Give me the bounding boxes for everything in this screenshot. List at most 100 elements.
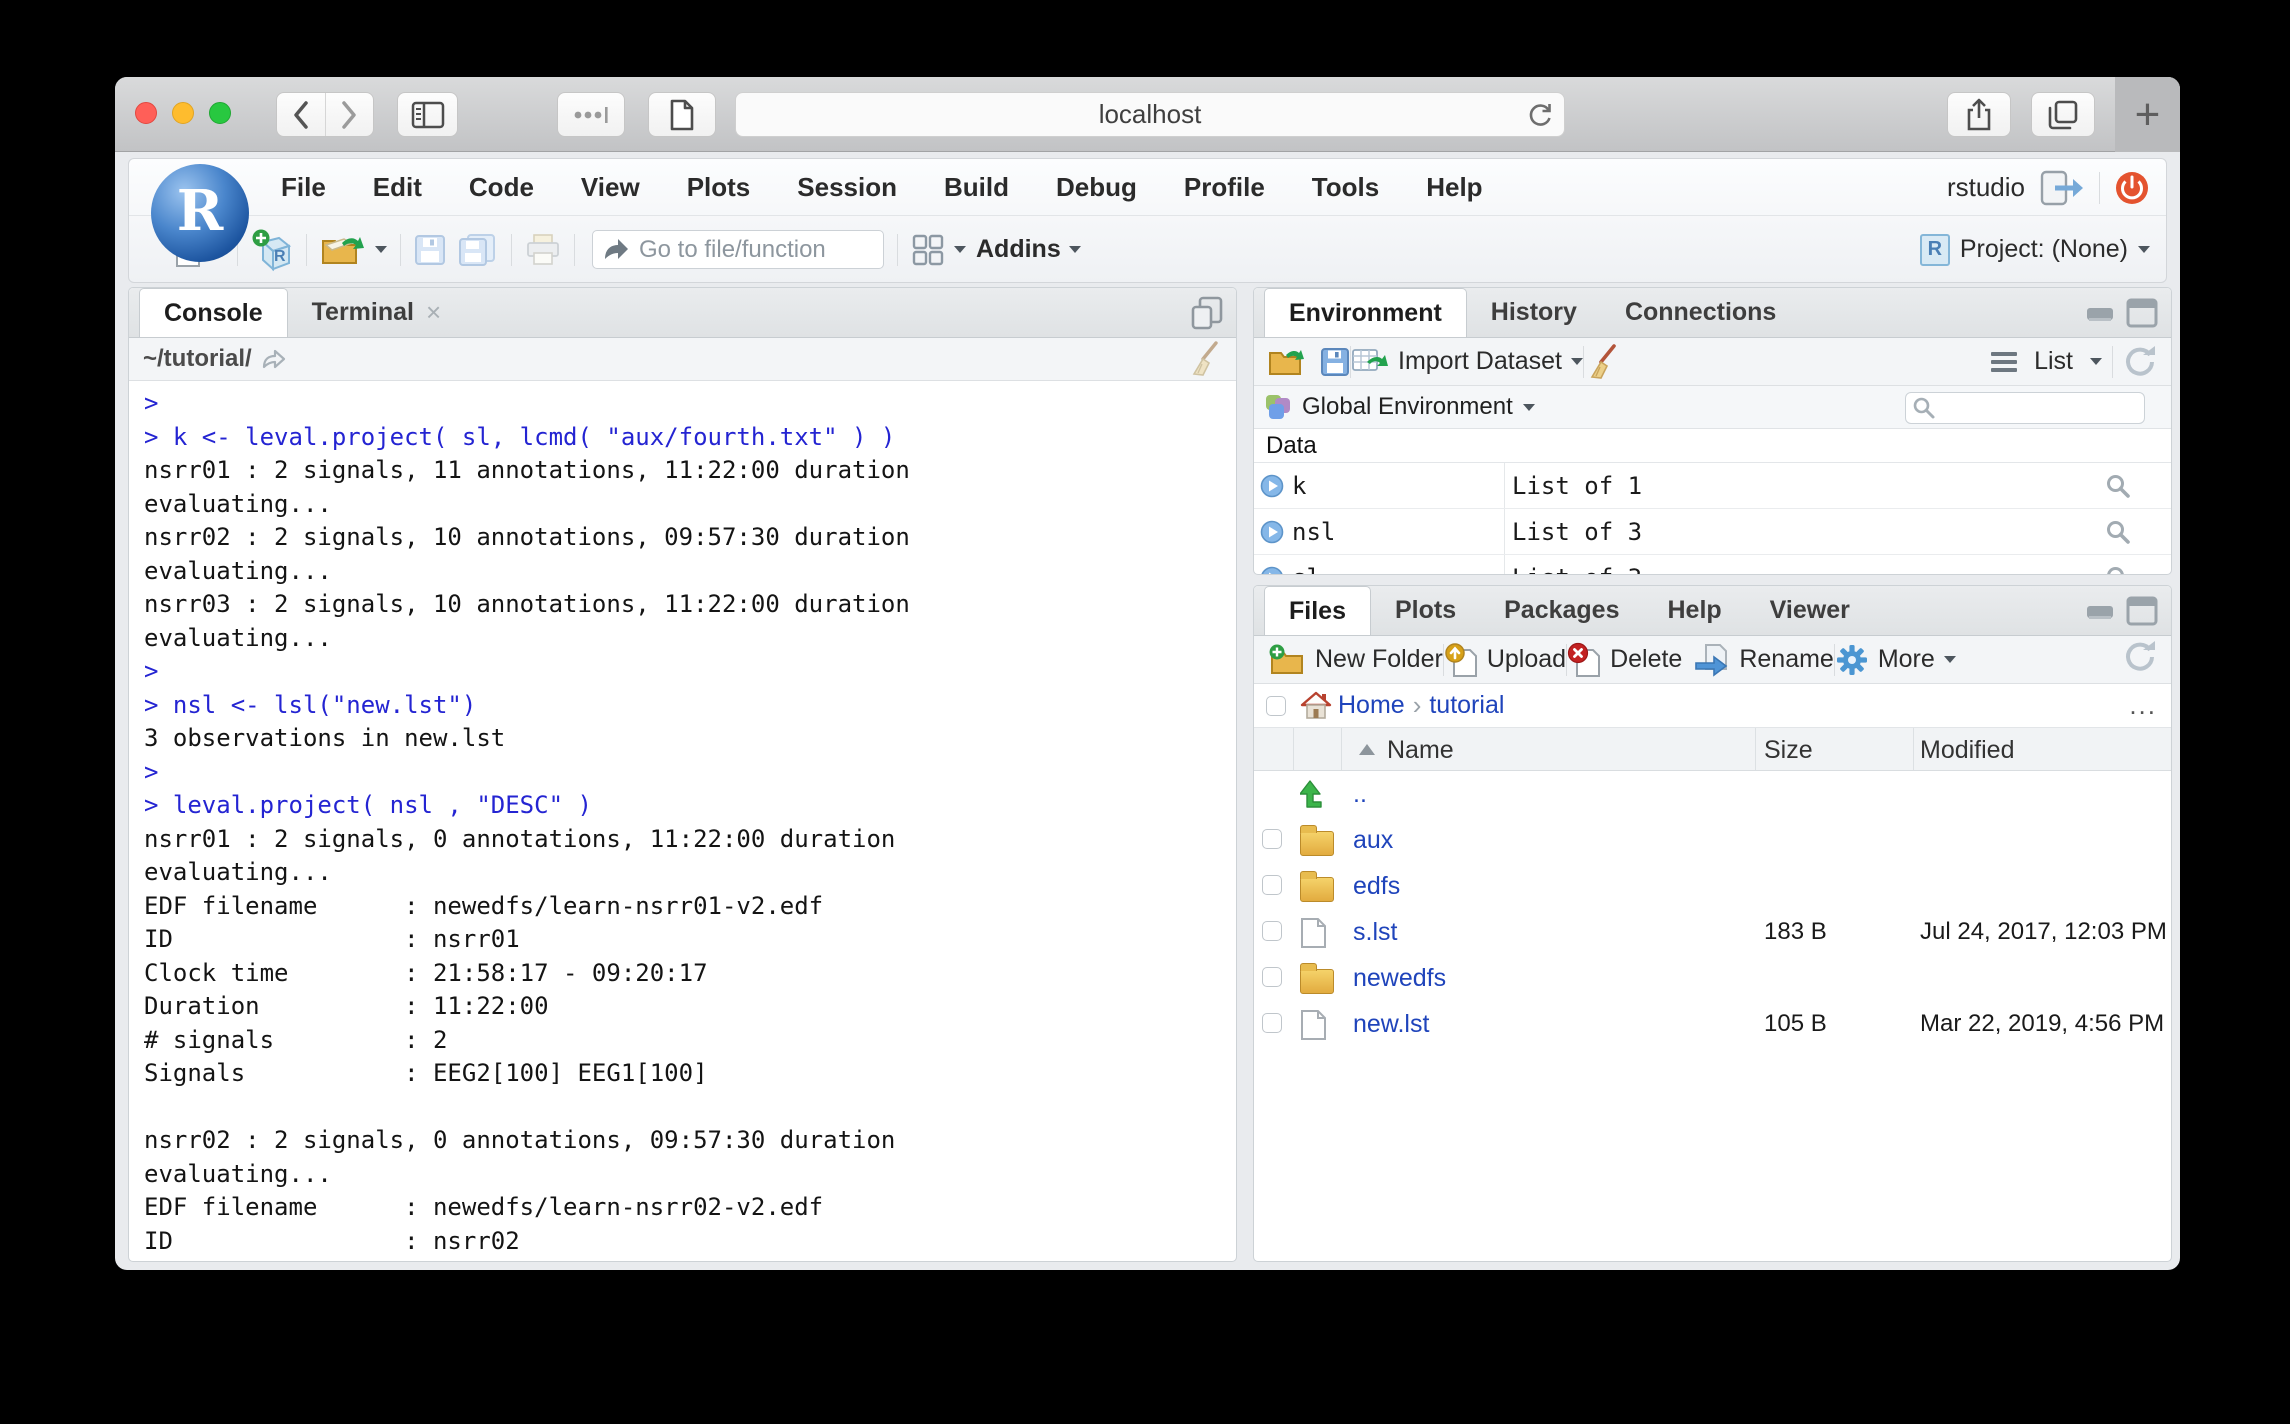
print-button[interactable]	[525, 233, 561, 267]
file-checkbox[interactable]	[1262, 875, 1282, 895]
menu-session[interactable]: Session	[797, 172, 897, 202]
menu-debug[interactable]: Debug	[1056, 172, 1137, 202]
breadcrumb-home-link[interactable]: Home	[1338, 691, 1405, 720]
env-view-mode-button[interactable]: List	[1991, 347, 2102, 376]
file-checkbox[interactable]	[1262, 921, 1282, 941]
new-tab-button[interactable]: +	[2115, 77, 2180, 152]
minimize-window-button[interactable]	[172, 102, 194, 124]
menu-view[interactable]: View	[581, 172, 640, 202]
open-file-button[interactable]	[320, 231, 387, 269]
tab-history[interactable]: History	[1467, 288, 1601, 337]
file-name-link[interactable]: newedfs	[1353, 964, 1446, 993]
expand-object-icon[interactable]	[1260, 566, 1284, 576]
file-name-link[interactable]: s.lst	[1353, 918, 1397, 947]
tab-packages[interactable]: Packages	[1480, 586, 1643, 635]
file-name-link[interactable]: ..	[1353, 780, 1367, 809]
environment-scope-label[interactable]: Global Environment	[1302, 393, 1513, 421]
close-tab-icon[interactable]: ×	[426, 297, 441, 328]
file-row[interactable]: newedfs	[1254, 955, 2171, 1001]
maximize-pane-icon[interactable]	[2125, 298, 2159, 328]
address-bar[interactable]: localhost	[735, 92, 1565, 137]
file-row[interactable]: edfs	[1254, 863, 2171, 909]
goto-file-function-input[interactable]	[637, 235, 867, 265]
maximize-pane-icon[interactable]	[2125, 596, 2159, 626]
new-folder-button[interactable]: New Folder	[1268, 643, 1443, 677]
environment-variable-row[interactable]: kList of 1	[1254, 463, 2171, 509]
project-selector[interactable]: R Project: (None)	[1920, 216, 2150, 283]
tab-overview-button[interactable]	[2031, 92, 2095, 137]
goto-file-function-box[interactable]	[592, 230, 884, 269]
menu-help[interactable]: Help	[1426, 172, 1482, 202]
column-header-name[interactable]: Name	[1387, 736, 1454, 765]
tab-console[interactable]: Console	[139, 288, 288, 337]
menu-tools[interactable]: Tools	[1312, 172, 1379, 202]
environment-variable-row[interactable]: nslList of 3	[1254, 509, 2171, 555]
breadcrumb-current-link[interactable]: tutorial	[1429, 691, 1504, 720]
load-workspace-button[interactable]	[1268, 345, 1308, 379]
tab-environment[interactable]: Environment	[1264, 288, 1467, 337]
up-directory-icon[interactable]	[1300, 779, 1330, 809]
file-name-link[interactable]: aux	[1353, 826, 1393, 855]
menu-code[interactable]: Code	[469, 172, 534, 202]
new-document-button[interactable]	[648, 92, 716, 137]
import-dataset-button[interactable]: Import Dataset	[1351, 346, 1583, 378]
clear-environment-icon[interactable]	[1584, 344, 1618, 380]
menu-edit[interactable]: Edit	[373, 172, 422, 202]
more-button[interactable]: More	[1835, 643, 1956, 677]
tab-connections[interactable]: Connections	[1601, 288, 1800, 337]
minimize-pane-icon[interactable]	[2085, 298, 2115, 328]
menu-plots[interactable]: Plots	[687, 172, 751, 202]
file-row[interactable]: new.lst105 BMar 22, 2019, 4:56 PM	[1254, 1001, 2171, 1047]
column-header-size[interactable]: Size	[1764, 736, 1813, 765]
console-output[interactable]: >> k <- leval.project( sl, lcmd( "aux/fo…	[129, 381, 1236, 1261]
breadcrumb-ellipsis-button[interactable]: ...	[2129, 690, 2157, 721]
new-project-button[interactable]: R	[251, 228, 293, 272]
delete-button[interactable]: Delete	[1567, 642, 1682, 678]
file-row[interactable]: s.lst183 BJul 24, 2017, 12:03 PM	[1254, 909, 2171, 955]
minimize-pane-icon[interactable]	[2085, 596, 2115, 626]
reload-icon[interactable]	[1526, 101, 1554, 131]
pane-layout-button[interactable]	[911, 233, 966, 267]
select-all-checkbox[interactable]	[1266, 696, 1286, 716]
file-name-link[interactable]: edfs	[1353, 872, 1400, 901]
back-button[interactable]	[277, 93, 325, 136]
environment-search-box[interactable]	[1905, 392, 2145, 424]
file-name-link[interactable]: new.lst	[1353, 1010, 1429, 1039]
rename-button[interactable]: Rename	[1694, 643, 1834, 677]
upload-button[interactable]: Upload	[1444, 642, 1566, 678]
tab-files[interactable]: Files	[1264, 586, 1371, 635]
expand-object-icon[interactable]	[1260, 474, 1284, 498]
clear-console-icon[interactable]	[1186, 341, 1220, 377]
zoom-window-button[interactable]	[209, 102, 231, 124]
file-checkbox[interactable]	[1262, 829, 1282, 849]
file-checkbox[interactable]	[1262, 967, 1282, 987]
tab-group-button[interactable]	[557, 92, 625, 137]
tab-help[interactable]: Help	[1643, 586, 1745, 635]
maximize-pane-icon[interactable]	[1190, 295, 1224, 331]
menu-profile[interactable]: Profile	[1184, 172, 1265, 202]
sidebar-button[interactable]	[397, 92, 458, 137]
file-row[interactable]: ..	[1254, 771, 2171, 817]
inspect-object-icon[interactable]	[2105, 519, 2131, 545]
tab-terminal[interactable]: Terminal×	[288, 288, 466, 337]
refresh-environment-icon[interactable]	[2123, 345, 2157, 379]
sign-out-icon[interactable]	[2039, 169, 2085, 207]
environment-search-input[interactable]	[1936, 394, 2126, 422]
save-workspace-button[interactable]	[1320, 347, 1350, 377]
column-header-modified[interactable]: Modified	[1920, 736, 2015, 765]
save-button[interactable]	[414, 234, 446, 266]
goto-directory-icon[interactable]	[262, 347, 288, 371]
menu-file[interactable]: File	[281, 172, 326, 202]
close-window-button[interactable]	[135, 102, 157, 124]
inspect-object-icon[interactable]	[2105, 565, 2131, 575]
quit-session-icon[interactable]	[2114, 170, 2150, 206]
save-all-button[interactable]	[458, 233, 498, 267]
file-row[interactable]: aux	[1254, 817, 2171, 863]
menu-build[interactable]: Build	[944, 172, 1009, 202]
environment-variable-row[interactable]: slList of 3	[1254, 555, 2171, 575]
refresh-files-icon[interactable]	[2123, 640, 2157, 674]
share-button[interactable]	[1947, 92, 2011, 137]
expand-object-icon[interactable]	[1260, 520, 1284, 544]
tab-viewer[interactable]: Viewer	[1746, 586, 1874, 635]
tab-plots[interactable]: Plots	[1371, 586, 1480, 635]
